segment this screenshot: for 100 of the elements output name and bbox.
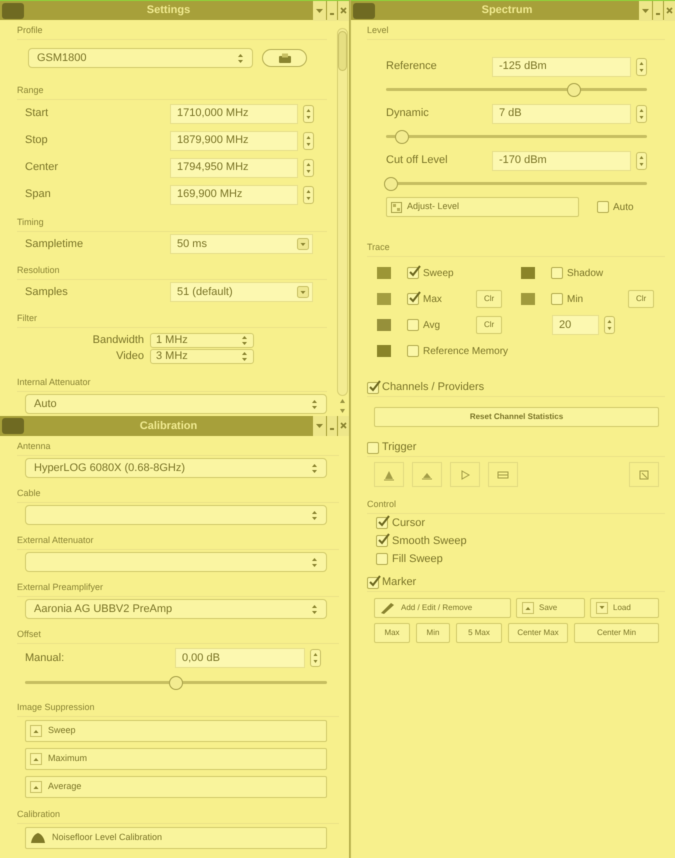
marker-button[interactable]: Add / Edit / Remove (374, 598, 511, 618)
number-field[interactable]: -125 dBm (492, 56, 631, 76)
clear-button[interactable]: Clr (476, 316, 502, 334)
stepper[interactable] (303, 132, 314, 150)
combo-box[interactable]: HyperLOG 6080X (0.68-8GHz) (25, 458, 327, 478)
slider-thumb[interactable] (394, 130, 409, 144)
color-swatch[interactable] (377, 293, 391, 305)
field-label: Span (25, 187, 52, 202)
clear-button[interactable]: Clr (476, 290, 502, 308)
combo-box[interactable]: 3 MHz (150, 348, 254, 364)
trigger-button[interactable] (374, 462, 404, 487)
number-field[interactable]: 20 (552, 315, 599, 335)
field-label: Cut off Level (386, 153, 449, 168)
stepper[interactable] (636, 58, 647, 76)
checkbox[interactable] (367, 382, 379, 394)
trigger-button[interactable] (412, 462, 442, 487)
number-field[interactable]: 1879,900 MHz (170, 130, 298, 150)
marker-button[interactable]: 5 Max (456, 623, 502, 643)
chevron-down-icon[interactable] (639, 1, 652, 21)
checkbox[interactable] (597, 201, 609, 213)
marker-button[interactable]: Min (416, 623, 450, 643)
stepper[interactable] (310, 649, 321, 667)
panel-icon (353, 2, 375, 18)
combo-box[interactable]: 1 MHz (150, 332, 254, 348)
marker-button[interactable]: Max (374, 623, 410, 643)
clear-button[interactable]: Clr (628, 290, 654, 308)
close-icon[interactable] (338, 1, 349, 21)
chevron-down-icon[interactable] (313, 1, 326, 21)
stepper[interactable] (303, 104, 314, 122)
combo-box[interactable]: GSM1800 (28, 48, 253, 68)
field-label: Bandwidth (92, 332, 145, 348)
checkbox[interactable] (551, 293, 563, 305)
number-field[interactable]: 1710,000 MHz (170, 104, 298, 124)
color-swatch[interactable] (521, 267, 535, 279)
updown-icon (237, 52, 244, 64)
slider[interactable] (386, 177, 647, 191)
checkbox[interactable] (376, 553, 388, 565)
checkbox[interactable] (367, 576, 379, 588)
number-field[interactable]: 7 dB (492, 104, 631, 124)
slider[interactable] (386, 83, 647, 97)
stepper[interactable] (604, 316, 615, 334)
checkbox[interactable] (407, 293, 419, 305)
checkbox[interactable] (376, 535, 388, 547)
slider-thumb[interactable] (566, 83, 581, 97)
color-swatch[interactable] (377, 345, 391, 357)
minimize-icon[interactable] (327, 1, 337, 21)
combo-box[interactable]: Aaronia AG UBBV2 PreAmp (25, 599, 327, 619)
number-field[interactable]: 1794,950 MHz (170, 158, 298, 178)
stepper[interactable] (636, 152, 647, 170)
number-field[interactable]: -170 dBm (492, 150, 631, 170)
number-field[interactable]: 0,00 dB (175, 648, 305, 668)
trigger-button[interactable] (450, 462, 480, 487)
marker-button[interactable]: Load (590, 598, 659, 618)
section-label: Control (367, 498, 396, 511)
color-swatch[interactable] (521, 293, 535, 305)
close-icon[interactable] (664, 1, 675, 21)
minimize-icon[interactable] (327, 416, 337, 436)
marker-button[interactable]: Center Min (574, 623, 659, 643)
minimize-icon[interactable] (653, 1, 663, 21)
slider[interactable] (25, 676, 327, 690)
button[interactable]: Maximum (25, 748, 327, 770)
dropdown[interactable]: 51 (default) (170, 282, 313, 302)
slider[interactable] (386, 130, 647, 144)
marker-button[interactable]: Save (516, 598, 585, 618)
stepper[interactable] (303, 186, 314, 204)
checkbox[interactable] (551, 267, 563, 279)
stepper[interactable] (303, 158, 314, 176)
adjust-level-button[interactable]: Adjust- Level (386, 197, 579, 217)
stepper[interactable] (636, 104, 647, 122)
chevron-down-icon[interactable] (313, 416, 326, 436)
button[interactable]: Sweep (25, 720, 327, 742)
combo-box[interactable] (25, 552, 327, 572)
updown-icon (306, 188, 311, 200)
field-label: Video (115, 348, 145, 364)
checkbox-label: Sweep (423, 266, 454, 280)
color-swatch[interactable] (377, 319, 391, 331)
checkbox-label: Smooth Sweep (392, 534, 467, 549)
marker-button[interactable]: Center Max (508, 623, 568, 643)
checkbox[interactable] (407, 319, 419, 331)
scrollbar-thumb[interactable] (338, 31, 347, 71)
profile-button[interactable] (262, 49, 307, 67)
number-field[interactable]: 169,900 MHz (170, 184, 298, 204)
trigger-button[interactable] (629, 462, 659, 487)
color-swatch[interactable] (377, 267, 391, 279)
reset-button[interactable]: Reset Channel Statistics (374, 407, 659, 427)
slider-thumb[interactable] (384, 177, 398, 191)
button[interactable]: Average (25, 776, 327, 798)
combo-box[interactable] (25, 505, 327, 525)
checkbox[interactable] (367, 442, 379, 454)
dropdown[interactable]: 50 ms (170, 234, 313, 254)
checkbox-label: Shadow (567, 266, 604, 280)
checkbox[interactable] (407, 345, 419, 357)
checkbox[interactable] (407, 267, 419, 279)
checkbox[interactable] (376, 517, 388, 529)
button[interactable]: Noisefloor Level Calibration (25, 827, 327, 849)
close-icon[interactable] (338, 416, 349, 436)
trigger-button[interactable] (488, 462, 518, 487)
slider-thumb[interactable] (169, 676, 183, 690)
field-label: Sampletime (25, 236, 84, 252)
combo-box[interactable]: Auto (25, 394, 327, 414)
